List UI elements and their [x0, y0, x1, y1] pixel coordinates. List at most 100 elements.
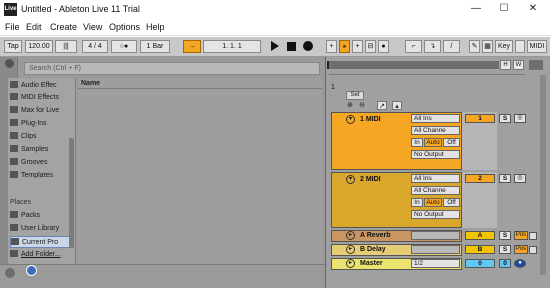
track-2-solo[interactable]: S	[499, 174, 511, 183]
track-2-name[interactable]: 2 MIDI	[360, 176, 381, 183]
return-a-output[interactable]	[411, 231, 460, 240]
h-toggle[interactable]: H	[500, 60, 511, 70]
w-toggle[interactable]: W	[513, 60, 524, 70]
track-1-solo[interactable]: S	[499, 114, 511, 123]
punch-in-icon[interactable]: ↴	[424, 40, 441, 53]
track-2-arm[interactable]: ◎	[514, 174, 526, 183]
key-map-button[interactable]: Key	[495, 40, 513, 53]
info-view-icon[interactable]	[5, 268, 15, 278]
return-b-post[interactable]: Pos	[514, 245, 528, 254]
master-cue-volume[interactable]: 0	[465, 259, 495, 268]
session-scrollbar[interactable]	[540, 75, 546, 275]
stop-icon[interactable]	[287, 42, 296, 51]
return-b-output[interactable]	[411, 245, 460, 254]
track-2-monitor-off[interactable]: Off	[443, 198, 460, 207]
add-icon[interactable]: ⊕	[345, 101, 355, 110]
category-midi-effects[interactable]: MIDI Effects	[10, 92, 74, 104]
remove-icon[interactable]: ⊖	[357, 101, 367, 110]
master-volume[interactable]: 0	[499, 259, 511, 268]
tap-button[interactable]: Tap	[4, 40, 22, 53]
crossfade-toggle-a[interactable]	[529, 232, 537, 240]
place-current-project[interactable]: Current Pro	[10, 236, 74, 248]
menu-options[interactable]: Options	[109, 22, 140, 32]
track-1-channel-select[interactable]: All Channe	[411, 126, 460, 135]
nudge-buttons[interactable]: |||	[55, 40, 77, 53]
automation-arm-icon[interactable]: ⚹	[339, 40, 350, 53]
session-record-icon[interactable]: ●	[378, 40, 389, 53]
track-2-output-select[interactable]: No Output	[411, 210, 460, 219]
track-2-monitor-in[interactable]: In	[411, 198, 423, 207]
maximize-button[interactable]: ☐	[490, 2, 518, 16]
place-packs[interactable]: Packs	[10, 210, 74, 222]
master-fold-icon[interactable]: ▸	[346, 259, 355, 268]
track-1-arm[interactable]: ◎	[514, 114, 526, 123]
track-2-input-select[interactable]: All Ins	[411, 174, 460, 183]
return-a-activator[interactable]: A	[465, 231, 495, 240]
return-b-name[interactable]: B Delay	[360, 246, 386, 253]
arrow-icon[interactable]: ↗	[377, 101, 387, 110]
close-button[interactable]: ✕	[519, 2, 547, 16]
track-2-monitor-auto[interactable]: Auto	[424, 198, 442, 207]
return-a-post[interactable]: Pos	[514, 231, 528, 240]
browser-search-input[interactable]: Search (Ctrl + F)	[24, 62, 320, 75]
play-icon[interactable]	[271, 41, 279, 51]
category-max-for-live[interactable]: Max for Live	[10, 105, 74, 117]
capture-midi-icon[interactable]: ⊟	[365, 40, 376, 53]
track-2-channel-select[interactable]: All Channe	[411, 186, 460, 195]
punch-out-icon[interactable]: /	[443, 40, 460, 53]
browser-scrollbar[interactable]	[69, 138, 74, 248]
draw-mode-icon[interactable]: ✎	[469, 40, 480, 53]
computer-keyboard-icon[interactable]: ▦	[482, 40, 493, 53]
return-b-fold-icon[interactable]: ▸	[346, 245, 355, 254]
menu-file[interactable]: File	[5, 22, 20, 32]
master-cue-icon[interactable]: ●	[514, 259, 526, 268]
menu-help[interactable]: Help	[146, 22, 165, 32]
session-overview-bar[interactable]	[329, 61, 499, 69]
browser-toggle-icon[interactable]	[5, 59, 14, 68]
quantize-select[interactable]: 1 Bar	[140, 40, 170, 53]
preview-icon[interactable]	[26, 265, 37, 276]
crossfade-toggle-b[interactable]	[529, 246, 537, 254]
track-1-monitor-in[interactable]: In	[411, 138, 423, 147]
time-signature-field[interactable]: 4 / 4	[82, 40, 108, 53]
re-enable-automation-icon[interactable]: +	[352, 40, 363, 53]
midi-map-button[interactable]: MIDI	[527, 40, 547, 53]
name-column-header[interactable]: Name	[78, 79, 322, 89]
set-button[interactable]: Set	[346, 91, 364, 100]
place-user-library[interactable]: User Library	[10, 223, 74, 235]
follow-toggle[interactable]: →	[183, 40, 201, 53]
return-b-activator[interactable]: B	[465, 245, 495, 254]
lock-icon[interactable]: ▴	[392, 101, 402, 110]
track-1-activator[interactable]: 1	[465, 114, 495, 123]
category-audio-effects[interactable]: Audio Effec	[10, 80, 74, 92]
category-plug-ins[interactable]: Plug-Ins	[10, 118, 74, 130]
track-1-name[interactable]: 1 MIDI	[360, 116, 381, 123]
category-templates[interactable]: Templates	[10, 170, 74, 182]
track-1-output-select[interactable]: No Output	[411, 150, 460, 159]
loop-switch-icon[interactable]: ⌐	[405, 40, 422, 53]
metronome-toggle[interactable]: ○●	[111, 40, 137, 53]
category-clips[interactable]: Clips	[10, 131, 74, 143]
master-output-select[interactable]: 1/2	[411, 259, 460, 268]
category-samples[interactable]: Samples	[10, 144, 74, 156]
master-name[interactable]: Master	[360, 260, 383, 267]
track-1-monitor-off[interactable]: Off	[443, 138, 460, 147]
minimize-button[interactable]: —	[462, 2, 490, 16]
arrangement-position-field[interactable]: 1. 1. 1	[203, 40, 261, 53]
track-1-input-select[interactable]: All Ins	[411, 114, 460, 123]
menu-edit[interactable]: Edit	[26, 22, 42, 32]
category-grooves[interactable]: Grooves	[10, 157, 74, 169]
menu-view[interactable]: View	[83, 22, 102, 32]
return-a-name[interactable]: A Reverb	[360, 232, 390, 239]
track-2-activator[interactable]: 2	[465, 174, 495, 183]
return-b-solo[interactable]: S	[499, 245, 511, 254]
return-a-fold-icon[interactable]: ▸	[346, 231, 355, 240]
record-icon[interactable]	[303, 41, 313, 51]
menu-create[interactable]: Create	[50, 22, 77, 32]
tempo-field[interactable]: 120.00	[25, 40, 53, 53]
track-2-fold-icon[interactable]: ▾	[346, 175, 355, 184]
overdub-plus-icon[interactable]: +	[326, 40, 337, 53]
track-1-fold-icon[interactable]: ▾	[346, 115, 355, 124]
return-a-solo[interactable]: S	[499, 231, 511, 240]
overview-toggle[interactable]	[529, 60, 543, 70]
